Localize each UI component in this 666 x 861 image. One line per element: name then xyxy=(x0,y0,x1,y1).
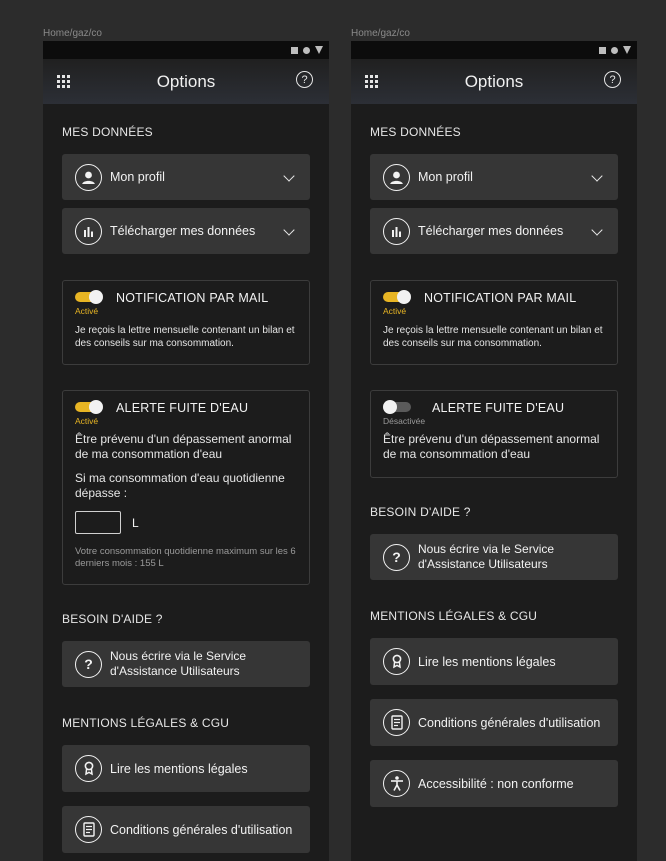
threshold-hint: Votre consommation quotidienne maximum s… xyxy=(75,546,296,569)
download-data-button[interactable]: Télécharger mes données xyxy=(370,208,618,254)
app-bar: Options ? xyxy=(43,59,329,104)
legal-notice-label: Lire les mentions légales xyxy=(418,654,556,669)
status-square-icon xyxy=(599,46,606,54)
status-bar xyxy=(351,41,637,59)
page-title: Options xyxy=(156,71,216,91)
chevron-down-icon xyxy=(591,170,603,182)
status-triangle-icon xyxy=(623,46,631,54)
leak-alert-description: Être prévenu d'un dépassement anormal de… xyxy=(75,432,292,461)
legal-notice-label: Lire les mentions légales xyxy=(110,761,248,776)
section-title-legal: MENTIONS LÉGALES & CGU xyxy=(62,716,230,730)
frame-breadcrumb: Home/gaz/co xyxy=(43,28,102,39)
leak-alert-description: Être prévenu d'un dépassement anormal de… xyxy=(383,432,600,461)
question-icon: ? xyxy=(383,543,410,571)
cgu-button[interactable]: Conditions générales d'utilisation xyxy=(62,806,310,853)
contact-support-button[interactable]: ? Nous écrire via le Service d'Assistanc… xyxy=(370,534,618,580)
options-content: MES DONNÉES Mon profil Télécharger mes d… xyxy=(351,125,637,807)
user-icon xyxy=(75,163,102,191)
accessibility-icon xyxy=(383,770,410,797)
leak-alert-label: ALERTE FUITE D'EAU xyxy=(116,400,249,415)
award-icon xyxy=(383,648,410,675)
accessibility-label: Accessibilité : non conforme xyxy=(418,776,574,791)
mail-notification-toggle[interactable] xyxy=(75,290,104,305)
section-title-help: BESOIN D'AIDE ? xyxy=(370,505,471,519)
chevron-down-icon xyxy=(283,170,295,182)
page-title: Options xyxy=(464,71,524,91)
phone-frame-deactivated: Options ? MES DONNÉES Mon profil Télécha… xyxy=(351,41,637,861)
bar-chart-icon xyxy=(75,217,102,245)
phone-frame-activated: Options ? MES DONNÉES Mon profil Télécha… xyxy=(43,41,329,861)
cgu-button[interactable]: Conditions générales d'utilisation xyxy=(370,699,618,746)
cgu-label: Conditions générales d'utilisation xyxy=(110,822,293,837)
grid-menu-icon[interactable] xyxy=(57,75,70,88)
status-dot-icon xyxy=(611,46,618,54)
profile-button[interactable]: Mon profil xyxy=(62,154,310,200)
leak-alert-toggle[interactable] xyxy=(383,400,412,415)
help-circle-icon[interactable]: ? xyxy=(296,71,313,88)
status-bar xyxy=(43,41,329,59)
help-circle-icon[interactable]: ? xyxy=(604,71,621,88)
profile-button-label: Mon profil xyxy=(418,170,473,184)
section-title-help: BESOIN D'AIDE ? xyxy=(62,612,163,626)
accessibility-button[interactable]: Accessibilité : non conforme xyxy=(370,760,618,807)
question-icon: ? xyxy=(75,650,102,678)
download-button-label: Télécharger mes données xyxy=(110,224,256,238)
document-icon xyxy=(75,816,102,843)
download-button-label: Télécharger mes données xyxy=(418,224,564,238)
mail-notification-card: NOTIFICATION PAR MAIL Activé Je reçois l… xyxy=(62,280,310,365)
mail-notification-state: Activé xyxy=(383,306,407,316)
threshold-question: Si ma consommation d'eau quotidienne dép… xyxy=(75,471,285,500)
download-data-button[interactable]: Télécharger mes données xyxy=(62,208,310,254)
threshold-input[interactable] xyxy=(75,511,121,534)
leak-alert-card: ALERTE FUITE D'EAU Désactivée Être préve… xyxy=(370,390,618,478)
status-dot-icon xyxy=(303,46,310,54)
status-square-icon xyxy=(291,46,298,54)
leak-alert-card: ALERTE FUITE D'EAU Activé Être prévenu d… xyxy=(62,390,310,585)
chevron-down-icon xyxy=(591,224,603,236)
leak-alert-toggle[interactable] xyxy=(75,400,104,415)
frame-breadcrumb: Home/gaz/co xyxy=(351,28,410,39)
mail-notification-description: Je reçois la lettre mensuelle contenant … xyxy=(75,325,295,349)
legal-notice-button[interactable]: Lire les mentions légales xyxy=(62,745,310,792)
mail-notification-card: NOTIFICATION PAR MAIL Activé Je reçois l… xyxy=(370,280,618,365)
status-triangle-icon xyxy=(315,46,323,54)
mail-notification-description: Je reçois la lettre mensuelle contenant … xyxy=(383,325,603,349)
mail-notification-state: Activé xyxy=(75,306,99,316)
section-title-legal: MENTIONS LÉGALES & CGU xyxy=(370,609,538,623)
profile-button[interactable]: Mon profil xyxy=(370,154,618,200)
mail-notification-label: NOTIFICATION PAR MAIL xyxy=(424,290,577,305)
threshold-unit: L xyxy=(132,515,139,530)
options-content: MES DONNÉES Mon profil Télécharger mes d… xyxy=(43,125,329,853)
profile-button-label: Mon profil xyxy=(110,170,165,184)
leak-alert-label: ALERTE FUITE D'EAU xyxy=(432,400,565,415)
section-title-data: MES DONNÉES xyxy=(370,125,461,139)
app-bar: Options ? xyxy=(351,59,637,104)
grid-menu-icon[interactable] xyxy=(365,75,378,88)
contact-support-button[interactable]: ? Nous écrire via le Service d'Assistanc… xyxy=(62,641,310,687)
bar-chart-icon xyxy=(383,217,410,245)
contact-support-label: Nous écrire via le Service d'Assistance … xyxy=(110,649,247,678)
legal-notice-button[interactable]: Lire les mentions légales xyxy=(370,638,618,685)
chevron-down-icon xyxy=(283,224,295,236)
mail-notification-label: NOTIFICATION PAR MAIL xyxy=(116,290,269,305)
section-title-data: MES DONNÉES xyxy=(62,125,153,139)
leak-alert-state: Activé xyxy=(75,416,99,426)
user-icon xyxy=(383,163,410,191)
document-icon xyxy=(383,709,410,736)
leak-alert-state: Désactivée xyxy=(383,416,426,426)
contact-support-label: Nous écrire via le Service d'Assistance … xyxy=(418,542,555,571)
award-icon xyxy=(75,755,102,782)
mail-notification-toggle[interactable] xyxy=(383,290,412,305)
cgu-label: Conditions générales d'utilisation xyxy=(418,715,601,730)
